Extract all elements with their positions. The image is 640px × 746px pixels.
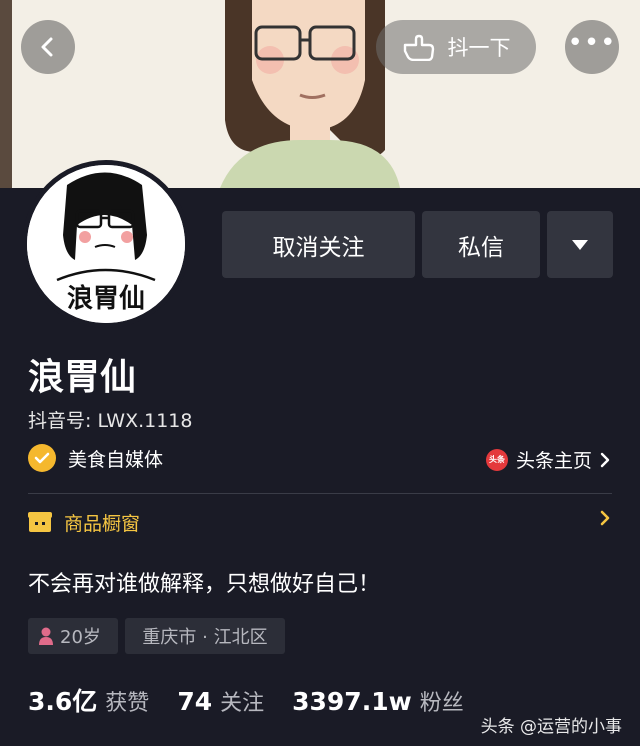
avatar-caption: 浪胃仙 [67, 283, 145, 314]
shake-label: 抖一下 [447, 36, 511, 60]
hand-pointer-icon [403, 34, 434, 61]
profile-bio: 不会再对谁做解释，只想做好自己！ [28, 572, 381, 597]
profile-name: 浪胃仙 [28, 357, 137, 398]
avatar-illustration: 浪胃仙 [27, 165, 185, 323]
caret-down-icon [572, 239, 588, 250]
back-button[interactable] [21, 20, 75, 74]
avatar[interactable]: 浪胃仙 [22, 160, 190, 328]
following-count: 74 [177, 687, 213, 716]
profile-stats: 3.6亿 获赞 74 关注 3397.1w 粉丝 [28, 682, 492, 718]
toutiao-homepage-label: 头条主页 [515, 450, 592, 472]
watermark: 头条 @运营的小事 [480, 717, 622, 737]
followers-count: 3397.1w [292, 687, 412, 716]
age-tag: 20岁 [28, 618, 118, 654]
verification-text: 美食自媒体 [68, 448, 164, 471]
age-label: 20岁 [60, 627, 101, 648]
female-user-icon [39, 627, 53, 645]
following-label: 关注 [220, 691, 265, 716]
chevron-right-icon [600, 510, 610, 526]
douyin-id: 抖音号: LWX.1118 [28, 410, 193, 432]
following-stat[interactable]: 74 关注 [177, 685, 264, 717]
toutiao-homepage-link[interactable]: 头条 头条主页 [485, 446, 610, 473]
toutiao-logo-icon: 头条 [485, 448, 508, 471]
more-dots-icon: ••• [567, 28, 617, 58]
followers-stat[interactable]: 3397.1w 粉丝 [292, 685, 464, 717]
likes-stat[interactable]: 3.6亿 获赞 [28, 682, 149, 718]
unfollow-button[interactable]: 取消关注 [222, 211, 415, 278]
message-button[interactable]: 私信 [422, 211, 540, 278]
followers-label: 粉丝 [419, 691, 464, 716]
likes-label: 获赞 [105, 691, 150, 716]
location-tag: 重庆市 · 江北区 [125, 618, 285, 654]
product-showcase-row[interactable]: 商品橱窗 [28, 504, 612, 540]
location-label: 重庆市 · 江北区 [142, 627, 268, 648]
chevron-right-icon [600, 452, 610, 467]
likes-count: 3.6亿 [28, 687, 98, 716]
dropdown-button[interactable] [547, 211, 613, 278]
shop-icon [28, 512, 52, 532]
verification-row: 美食自媒体 [28, 444, 163, 472]
product-showcase-label: 商品橱窗 [64, 512, 141, 535]
verified-check-icon [28, 444, 56, 472]
chevron-left-icon [41, 37, 53, 57]
divider [28, 493, 612, 494]
shake-button[interactable]: 抖一下 [376, 20, 536, 74]
more-options-button[interactable]: ••• [565, 20, 619, 74]
